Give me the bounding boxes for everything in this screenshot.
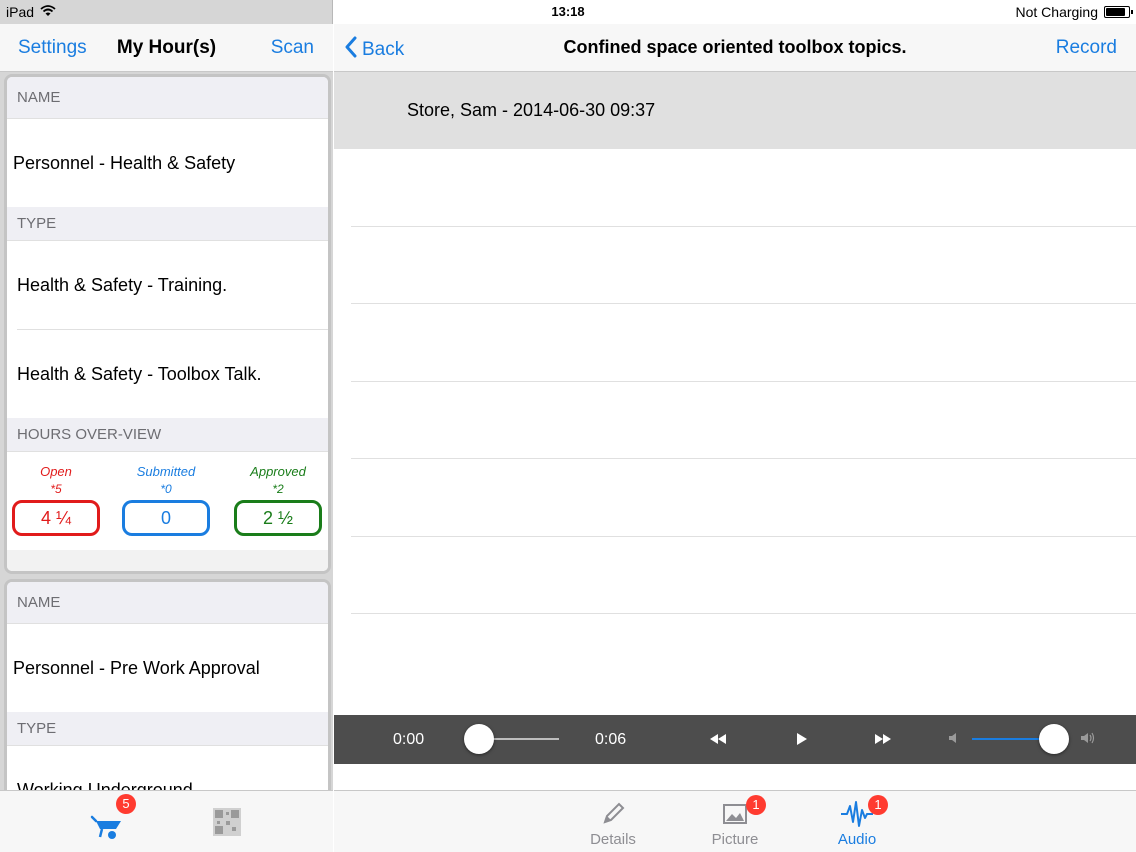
approved-count: *2 <box>272 482 284 496</box>
row-divider <box>351 458 1136 459</box>
name-cell[interactable]: Personnel - Pre Work Approval <box>7 624 328 712</box>
play-icon <box>794 733 810 753</box>
status-bar: iPad 13:18 Not Charging <box>0 0 1136 24</box>
approved-hours-button[interactable]: 2 ½ <box>234 500 322 536</box>
volume-high-icon <box>1080 731 1096 748</box>
approved-label: Approved <box>250 464 306 479</box>
tab-audio-label: Audio <box>837 831 877 848</box>
audio-player: 0:00 0:06 <box>334 715 1136 764</box>
approved-hours: Approved *2 2 ½ <box>233 464 323 536</box>
submitted-hours: Submitted *0 0 <box>121 464 211 536</box>
tab-details-label: Details <box>590 831 636 848</box>
qr-code-tab[interactable] <box>213 808 241 836</box>
rewind-button[interactable] <box>708 729 728 754</box>
right-navigation-bar: Back Confined space oriented toolbox top… <box>334 24 1136 72</box>
type-value: Working Underground <box>17 779 193 791</box>
hours-card[interactable]: NAME Personnel - Health & Safety TYPE He… <box>4 74 331 574</box>
tab-picture[interactable]: Picture 1 <box>690 795 780 848</box>
name-section-header: NAME <box>7 77 328 119</box>
progress-slider-knob[interactable] <box>464 724 494 754</box>
detail-pane: Back Confined space oriented toolbox top… <box>334 0 1136 852</box>
hours-overview-header: HOURS OVER-VIEW <box>7 418 328 452</box>
fast-forward-icon <box>873 733 893 753</box>
fast-forward-button[interactable] <box>873 729 893 754</box>
tab-details[interactable]: Details <box>568 797 658 848</box>
name-value: Personnel - Health & Safety <box>13 152 236 173</box>
submitted-hours-button[interactable]: 0 <box>122 500 210 536</box>
picture-icon <box>690 797 780 831</box>
open-label: Open <box>40 464 72 479</box>
open-hours: Open *5 4 ¼ <box>11 464 101 536</box>
wheelbarrow-tab[interactable]: 5 <box>88 794 136 843</box>
pencil-icon <box>568 797 658 831</box>
volume-track[interactable] <box>972 738 1048 740</box>
type-section-header: TYPE <box>7 207 328 241</box>
scan-button[interactable]: Scan <box>271 37 314 59</box>
duration-time: 0:06 <box>595 731 627 748</box>
open-hours-button[interactable]: 4 ¼ <box>12 500 100 536</box>
recording-label: Store, Sam - 2014-06-30 09:37 <box>407 100 656 120</box>
master-pane: Settings My Hour(s) Scan NAME Personnel … <box>0 0 333 852</box>
row-divider <box>351 536 1136 537</box>
name-cell[interactable]: Personnel - Health & Safety <box>7 119 328 207</box>
name-section-header: NAME <box>7 582 328 624</box>
submitted-label: Submitted <box>136 464 196 479</box>
row-divider <box>351 381 1136 382</box>
status-right: Not Charging <box>1015 4 1133 20</box>
play-button[interactable] <box>794 729 810 754</box>
left-tab-bar: 5 <box>0 790 333 852</box>
submitted-count: *0 <box>160 482 172 496</box>
hours-list[interactable]: NAME Personnel - Health & Safety TYPE He… <box>0 72 333 790</box>
row-divider <box>351 613 1136 614</box>
picture-badge: 1 <box>746 795 766 815</box>
elapsed-time: 0:00 <box>393 731 425 748</box>
volume-slider-knob[interactable] <box>1038 724 1069 754</box>
wheelbarrow-icon <box>88 815 124 847</box>
audio-badge: 1 <box>868 795 888 815</box>
detail-tab-bar: Details Picture 1 Audio 1 <box>334 790 1136 852</box>
audio-wave-icon <box>812 797 902 831</box>
battery-status: Not Charging <box>1015 4 1099 20</box>
qr-code-icon <box>213 808 241 840</box>
name-value: Personnel - Pre Work Approval <box>13 657 260 678</box>
open-count: *5 <box>50 482 62 496</box>
type-value: Health & Safety - Training. <box>17 274 228 295</box>
type-cell[interactable]: Health & Safety - Toolbox Talk. <box>7 330 328 418</box>
card-footer <box>7 550 328 571</box>
wheelbarrow-badge: 5 <box>116 794 136 814</box>
type-cell[interactable]: Working Underground <box>7 746 328 790</box>
battery-icon <box>1104 6 1133 18</box>
record-button[interactable]: Record <box>1056 37 1117 59</box>
hours-overview: Open *5 4 ¼ Submitted *0 0 Approved *2 2… <box>7 452 328 550</box>
rewind-icon <box>708 733 728 753</box>
recording-row[interactable]: Store, Sam - 2014-06-30 09:37 <box>334 72 1136 149</box>
type-value: Health & Safety - Toolbox Talk. <box>17 363 262 384</box>
row-divider <box>351 226 1136 227</box>
volume-low-icon <box>948 731 958 748</box>
type-section-header: TYPE <box>7 712 328 746</box>
status-time: 13:18 <box>551 4 585 19</box>
type-cell[interactable]: Health & Safety - Training. <box>7 241 328 329</box>
row-divider <box>351 303 1136 304</box>
tab-picture-label: Picture <box>711 831 759 848</box>
hours-card[interactable]: NAME Personnel - Pre Work Approval TYPE … <box>4 579 331 790</box>
left-navigation-bar: Settings My Hour(s) Scan <box>0 24 333 72</box>
tab-audio[interactable]: Audio 1 <box>812 795 902 848</box>
detail-title: Confined space oriented toolbox topics. <box>563 37 907 57</box>
